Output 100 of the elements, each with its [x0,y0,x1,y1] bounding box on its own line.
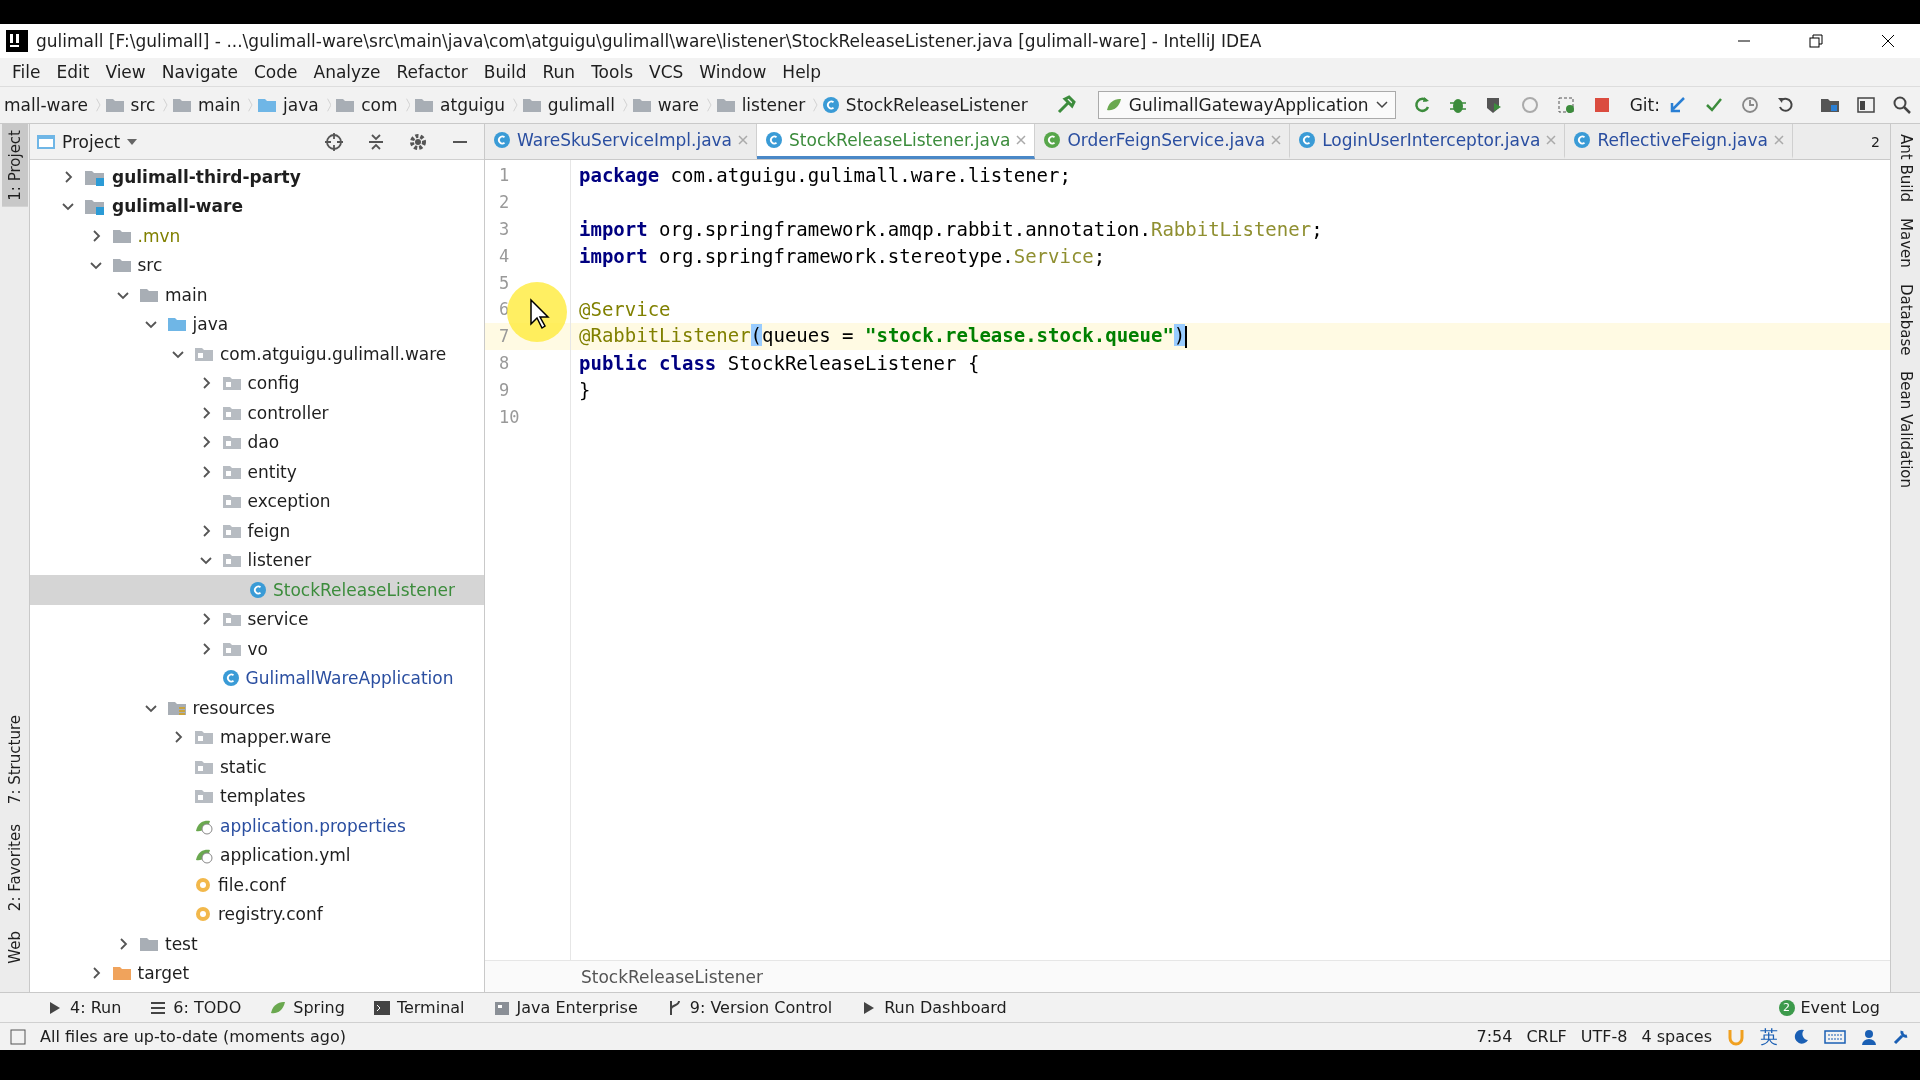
tool-window-tab[interactable]: 9: Version Control [655,998,843,1017]
tree-item[interactable]: config [30,368,484,398]
tree-item[interactable]: dao [30,427,484,457]
menu-item[interactable]: Navigate [153,62,246,82]
tree-item[interactable]: GulimallWareApplication [30,663,484,693]
tree-item[interactable]: .mvn [30,221,484,251]
moon-icon[interactable] [1792,1027,1810,1046]
panel-toggle-icon[interactable] [10,1028,26,1045]
tree-item[interactable]: src [30,250,484,280]
collapse-all-icon[interactable] [366,131,386,152]
tool-window-button[interactable]: 2: Favorites [1,818,28,918]
tree-item[interactable]: vo [30,634,484,664]
tree-item[interactable]: target [30,958,484,988]
tool-window-tab[interactable]: 6: TODO [139,998,252,1017]
tool-window-tab[interactable]: Run Dashboard [850,998,1017,1017]
tree-item[interactable]: listener [30,545,484,575]
breadcrumb-item[interactable]: StockReleaseListener [817,95,1036,115]
user-icon[interactable] [1860,1027,1878,1046]
tool-window-button[interactable]: Database [1892,279,1919,360]
editor-tab[interactable]: ReflectiveFeign.java [1565,124,1793,159]
menu-item[interactable]: Edit [48,62,98,82]
breadcrumb-item[interactable]: java [253,95,327,115]
tree-item[interactable]: feign [30,516,484,546]
dropdown-caret-icon[interactable] [126,136,139,147]
tab-overflow-count[interactable]: 2 [1861,133,1890,150]
keyboard-icon[interactable] [1824,1027,1846,1046]
tree-item[interactable]: controller [30,398,484,428]
search-icon[interactable] [1891,95,1912,115]
tool-window-tab[interactable]: 4: Run [36,998,132,1017]
settings-icon[interactable] [408,131,428,152]
tree-item[interactable]: resources [30,693,484,723]
tree-item[interactable]: file.conf [30,870,484,900]
tree-item[interactable]: exception [30,486,484,516]
code-line: import org.springframework.amqp.rabbit.annotation.RabbitListener; [579,218,1323,240]
encoding-selector[interactable]: UTF-8 [1580,1027,1628,1046]
history-clock-icon[interactable] [1739,95,1760,115]
event-log-tab[interactable]: 2 Event Log [1768,998,1890,1017]
tool-window-button[interactable]: Bean Validation [1892,367,1919,493]
tree-item[interactable]: main [30,280,484,310]
tree-item[interactable]: application.yml [30,840,484,870]
breadcrumb-item[interactable]: com [331,95,406,115]
editor-breadcrumb[interactable]: StockReleaseListener [581,966,763,987]
code-line: @Service [579,298,671,321]
tool-window-button[interactable]: 7: Structure [1,709,28,811]
line-number: 8 [498,351,511,375]
editor-tab[interactable]: StockReleaseListener.java [757,124,1036,159]
tool-window-button[interactable]: Web [1,925,28,970]
tree-item[interactable]: test [30,929,484,959]
tool-window-button[interactable]: Maven [1892,214,1919,272]
editor-tab[interactable]: OrderFeignService.java [1035,124,1291,159]
tree-item[interactable]: static [30,752,484,782]
menu-item[interactable]: View [97,62,154,82]
tool-window-button[interactable]: Ant Build [1892,130,1919,207]
tree-item[interactable]: service [30,604,484,634]
menu-item[interactable]: Refactor [388,62,476,82]
folder-icon [631,96,652,114]
locate-target-icon[interactable] [324,131,344,152]
attach-debugger-icon[interactable] [1555,95,1576,115]
caret-position[interactable]: 7:54 [1476,1027,1513,1046]
tree-item[interactable]: entity [30,457,484,487]
menu-item[interactable]: Code [246,62,306,82]
editor-tab[interactable]: LoginUserInterceptor.java [1290,124,1566,159]
panel-title[interactable]: Project [62,131,121,152]
menu-item[interactable]: Window [691,62,775,82]
tool-window-tab[interactable]: Java Enterprise [482,998,648,1017]
line-ending-selector[interactable]: CRLF [1526,1027,1567,1046]
menu-item[interactable]: Help [774,62,830,82]
folder-icon [221,492,242,511]
breadcrumb-item[interactable]: listener [711,95,814,115]
indent-selector[interactable]: 4 spaces [1641,1027,1712,1046]
menu-item[interactable]: Analyze [305,62,389,82]
breadcrumb-item[interactable]: ware [627,95,708,115]
menu-item[interactable]: Run [534,62,584,82]
folder-icon [335,96,356,114]
hammer-icon[interactable] [1055,95,1076,115]
tree-item[interactable]: com.atguigu.gulimall.ware [30,339,484,369]
breadcrumb-item[interactable]: mall-ware [0,95,96,115]
code-line: import org.springframework.stereotype.Service; [579,244,1106,267]
breadcrumb-item[interactable]: gulimall [517,95,624,115]
tool-window-tab[interactable]: Spring [259,998,355,1017]
menu-item[interactable]: File [4,62,49,82]
tree-item[interactable]: templates [30,781,484,811]
menu-item[interactable]: VCS [641,62,692,82]
breadcrumb-item[interactable]: main [167,95,249,115]
input-method-indicator[interactable]: 英 [1760,1024,1778,1049]
tree-item[interactable]: gulimall-ware [30,191,484,221]
run-configuration-dropdown[interactable]: GulimallGatewayApplication [1097,91,1396,119]
tree-item[interactable]: mapper.ware [30,722,484,752]
breadcrumb-item[interactable]: atguigu [410,95,514,115]
tool-window-button[interactable]: 1: Project [1,124,28,207]
tree-item[interactable]: application.properties [30,811,484,841]
interface-icon [1043,131,1062,149]
breadcrumb-item[interactable]: src [100,95,164,115]
menu-item[interactable]: Tools [583,62,641,82]
window-layout-icon[interactable] [1855,95,1876,115]
menu-item[interactable]: Build [475,62,535,82]
tree-item[interactable]: java [30,309,484,339]
tree-item[interactable]: gulimall-third-party [30,162,484,192]
tool-window-tab[interactable]: Terminal [362,998,475,1017]
tree-item[interactable]: registry.conf [30,899,484,929]
